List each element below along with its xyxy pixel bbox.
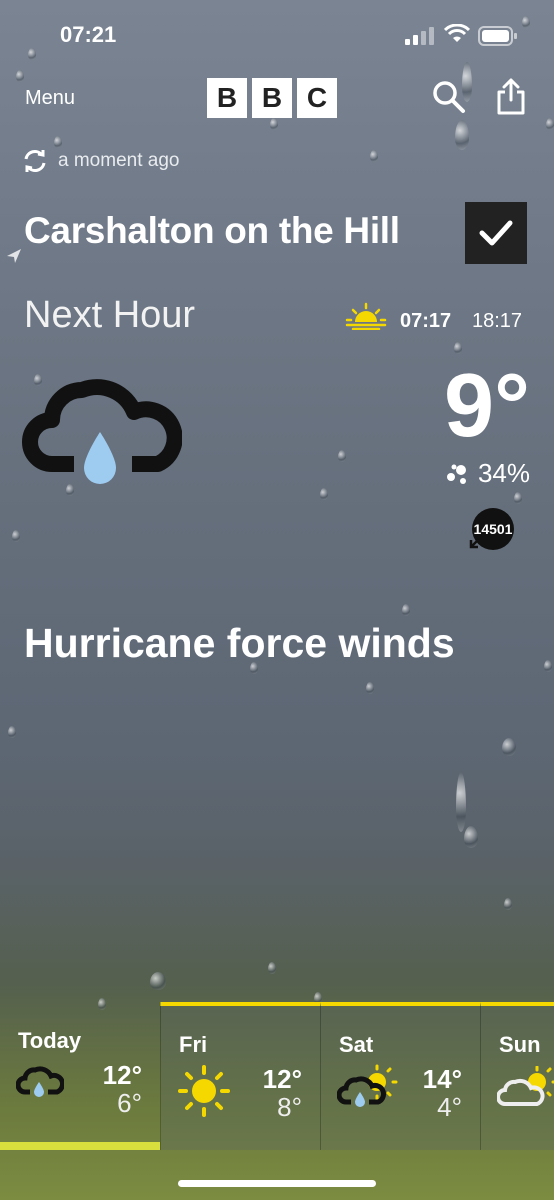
wifi-icon <box>444 24 470 42</box>
sunset-time: 18:17 <box>472 310 523 332</box>
day-name: Sat <box>339 1032 374 1057</box>
wind-direction-icon <box>469 535 483 549</box>
menu-button[interactable]: Menu <box>25 87 75 110</box>
battery-icon <box>478 26 517 46</box>
logo-letter: C <box>297 78 337 118</box>
refresh-icon[interactable] <box>22 148 48 174</box>
humidity-value: 34% <box>477 458 530 488</box>
forecast-day-today[interactable]: Today 12° 6° <box>0 1002 161 1150</box>
high-temp: 12° <box>102 1060 142 1090</box>
sun-cloud-rain-icon <box>337 1064 398 1107</box>
high-temp: 14° <box>422 1064 462 1094</box>
sunrise-icon <box>345 302 387 330</box>
forecast-day-fri[interactable]: Fri 12° 8° <box>161 1002 321 1150</box>
high-temp: 12° <box>262 1064 302 1094</box>
sunrise-time: 07:17 <box>400 310 452 332</box>
share-icon[interactable] <box>496 78 526 116</box>
checkmark-icon <box>479 220 513 246</box>
day-name: Today <box>18 1028 82 1053</box>
search-icon[interactable] <box>432 80 466 114</box>
low-temp: 6° <box>117 1088 142 1118</box>
bbc-logo: B B C <box>207 78 337 118</box>
sun-cloud-icon <box>497 1066 554 1106</box>
humidity-icon <box>446 464 466 484</box>
selected-day-indicator <box>0 1142 160 1150</box>
low-temp: 4° <box>437 1092 462 1122</box>
low-temp: 8° <box>277 1092 302 1122</box>
cloud-rain-icon <box>16 1066 64 1097</box>
logo-letter: B <box>252 78 292 118</box>
signal-icon <box>405 27 434 45</box>
home-indicator[interactable] <box>178 1180 376 1187</box>
period-label: Next Hour <box>24 294 196 336</box>
day-name: Sun <box>499 1032 541 1057</box>
forecast-strip[interactable]: Today 12° 6° Fri 12° 8° Sat 14° 4° Sun <box>0 1002 554 1150</box>
weather-description: Hurricane force winds <box>24 620 455 666</box>
day-name: Fri <box>179 1032 208 1057</box>
location-name[interactable]: Carshalton on the Hill <box>24 210 400 252</box>
forecast-day-sat[interactable]: Sat 14° 4° <box>321 1002 481 1150</box>
status-time: 07:21 <box>60 22 117 47</box>
current-temperature: 9° <box>443 356 530 456</box>
sun-icon <box>178 1065 230 1117</box>
status-bar: 07:21 <box>0 0 554 70</box>
cloud-rain-icon <box>22 379 182 484</box>
last-updated-text: a moment ago <box>58 150 180 171</box>
location-arrow-icon <box>7 249 21 263</box>
humidity: 34% <box>446 458 530 489</box>
forecast-day-sun[interactable]: Sun <box>481 1002 554 1150</box>
logo-letter: B <box>207 78 247 118</box>
favourite-location-button[interactable] <box>465 202 527 264</box>
